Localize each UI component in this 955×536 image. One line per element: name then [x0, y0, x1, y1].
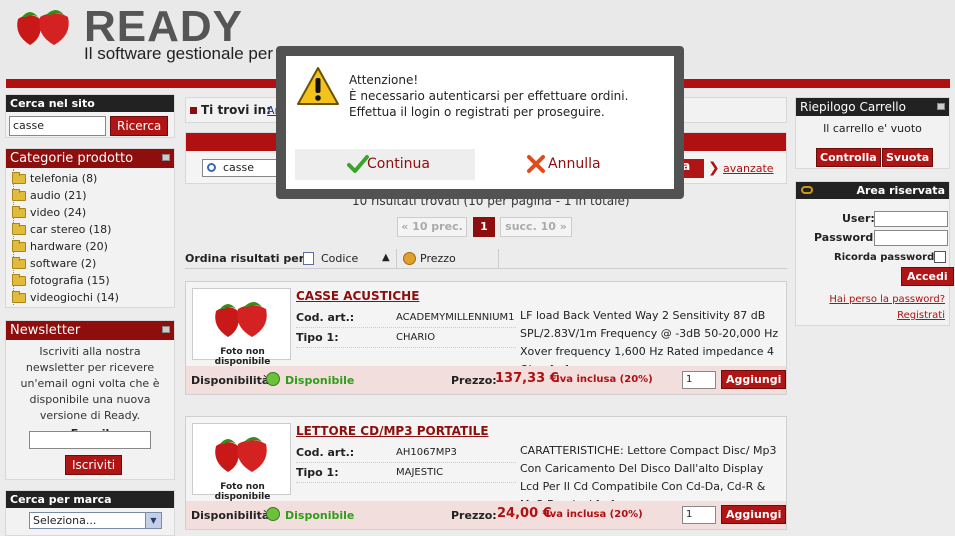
dialog-line-3: Effettua il login o registrati per prose… [349, 105, 605, 119]
warning-icon [297, 67, 339, 105]
modal-overlay: Attenzione! È necessario autenticarsi pe… [0, 0, 955, 536]
continue-button[interactable]: Continua [295, 149, 475, 180]
dialog-line-1: Attenzione! [349, 73, 419, 87]
close-icon [527, 155, 545, 173]
continue-label: Continua [367, 156, 430, 172]
cancel-label: Annulla [548, 156, 601, 172]
checkmark-icon [347, 155, 369, 173]
dialog-line-2: È necessario autenticarsi per effettuare… [349, 89, 629, 103]
dialog-message: Attenzione! È necessario autenticarsi pe… [349, 72, 659, 120]
auth-required-dialog: Attenzione! È necessario autenticarsi pe… [286, 56, 674, 189]
cancel-button[interactable]: Annulla [482, 149, 662, 180]
